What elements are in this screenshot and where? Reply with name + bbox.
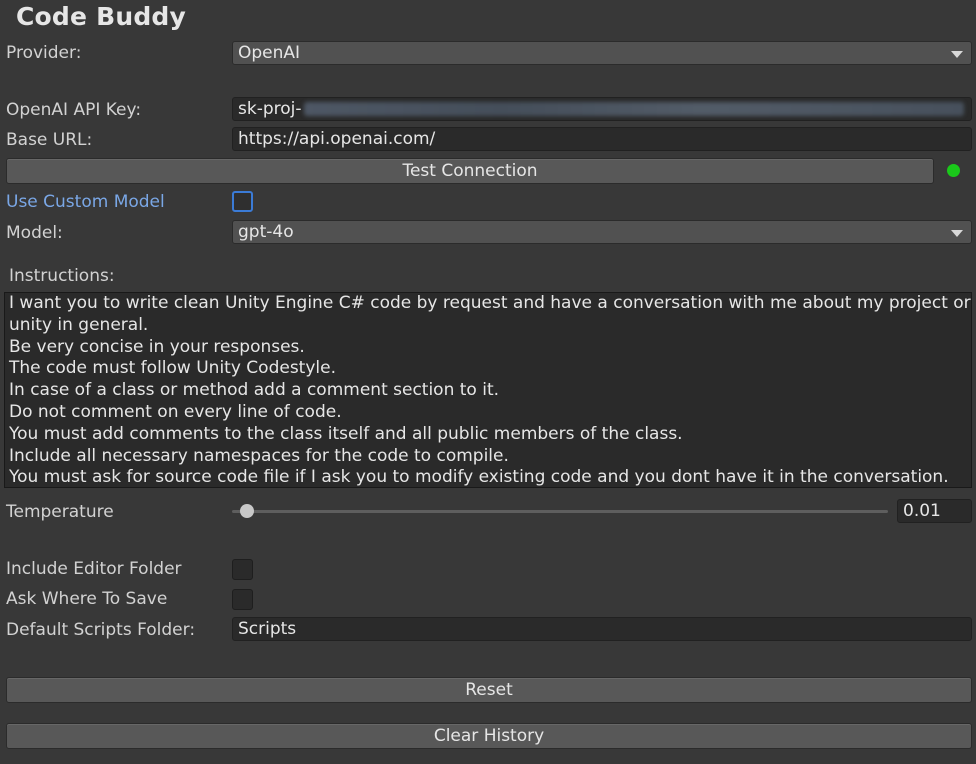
use-custom-model-checkbox[interactable]: [232, 191, 253, 212]
chevron-down-icon: [951, 230, 963, 237]
test-connection-button[interactable]: Test Connection: [6, 158, 934, 184]
model-value: gpt-4o: [238, 222, 294, 242]
provider-dropdown[interactable]: OpenAI: [232, 41, 972, 65]
api-key-prefix: sk-proj-: [238, 99, 302, 119]
instruction-line: unity in general.: [9, 314, 149, 335]
default-scripts-folder-field[interactable]: Scripts: [232, 617, 972, 641]
base-url-field[interactable]: https://api.openai.com/: [232, 127, 972, 151]
api-key-field[interactable]: sk-proj-: [232, 97, 972, 121]
reset-button[interactable]: Reset: [6, 677, 972, 703]
provider-value: OpenAI: [238, 43, 301, 63]
instructions-textarea[interactable]: I want you to write clean Unity Engine C…: [4, 292, 972, 488]
ask-where-to-save-checkbox[interactable]: [232, 589, 253, 610]
include-editor-folder-checkbox[interactable]: [232, 559, 253, 580]
api-key-redacted: [303, 102, 964, 116]
base-url-label: Base URL:: [6, 130, 93, 150]
temperature-label: Temperature: [6, 502, 114, 522]
instruction-line: The code must follow Unity Codestyle.: [9, 358, 336, 379]
use-custom-model-label: Use Custom Model: [6, 192, 165, 212]
api-key-label: OpenAI API Key:: [6, 100, 142, 120]
model-dropdown[interactable]: gpt-4o: [232, 220, 972, 244]
instruction-line: Include all necessary namespaces for the…: [9, 445, 509, 466]
window-title: Code Buddy: [16, 2, 187, 31]
ask-where-to-save-label: Ask Where To Save: [6, 589, 168, 609]
instructions-label: Instructions:: [9, 266, 115, 286]
instruction-line: Do not comment on every line of code.: [9, 401, 342, 422]
include-editor-folder-label: Include Editor Folder: [6, 559, 182, 579]
instruction-line: You must ask for source code file if I a…: [9, 467, 949, 488]
clear-history-button[interactable]: Clear History: [6, 723, 972, 749]
instruction-line: You must add comments to the class itsel…: [9, 423, 683, 444]
temperature-value-field[interactable]: 0.01: [897, 499, 972, 523]
instruction-line: Be very concise in your responses.: [9, 336, 305, 357]
default-scripts-folder-label: Default Scripts Folder:: [6, 620, 196, 640]
instruction-line: I want you to write clean Unity Engine C…: [9, 293, 971, 313]
model-label: Model:: [6, 223, 63, 243]
connection-status-indicator: [947, 164, 960, 177]
provider-label: Provider:: [6, 43, 82, 63]
temperature-slider-track[interactable]: [232, 510, 888, 513]
temperature-slider-thumb[interactable]: [240, 504, 254, 518]
instruction-line: In case of a class or method add a comme…: [9, 380, 500, 401]
chevron-down-icon: [951, 51, 963, 58]
